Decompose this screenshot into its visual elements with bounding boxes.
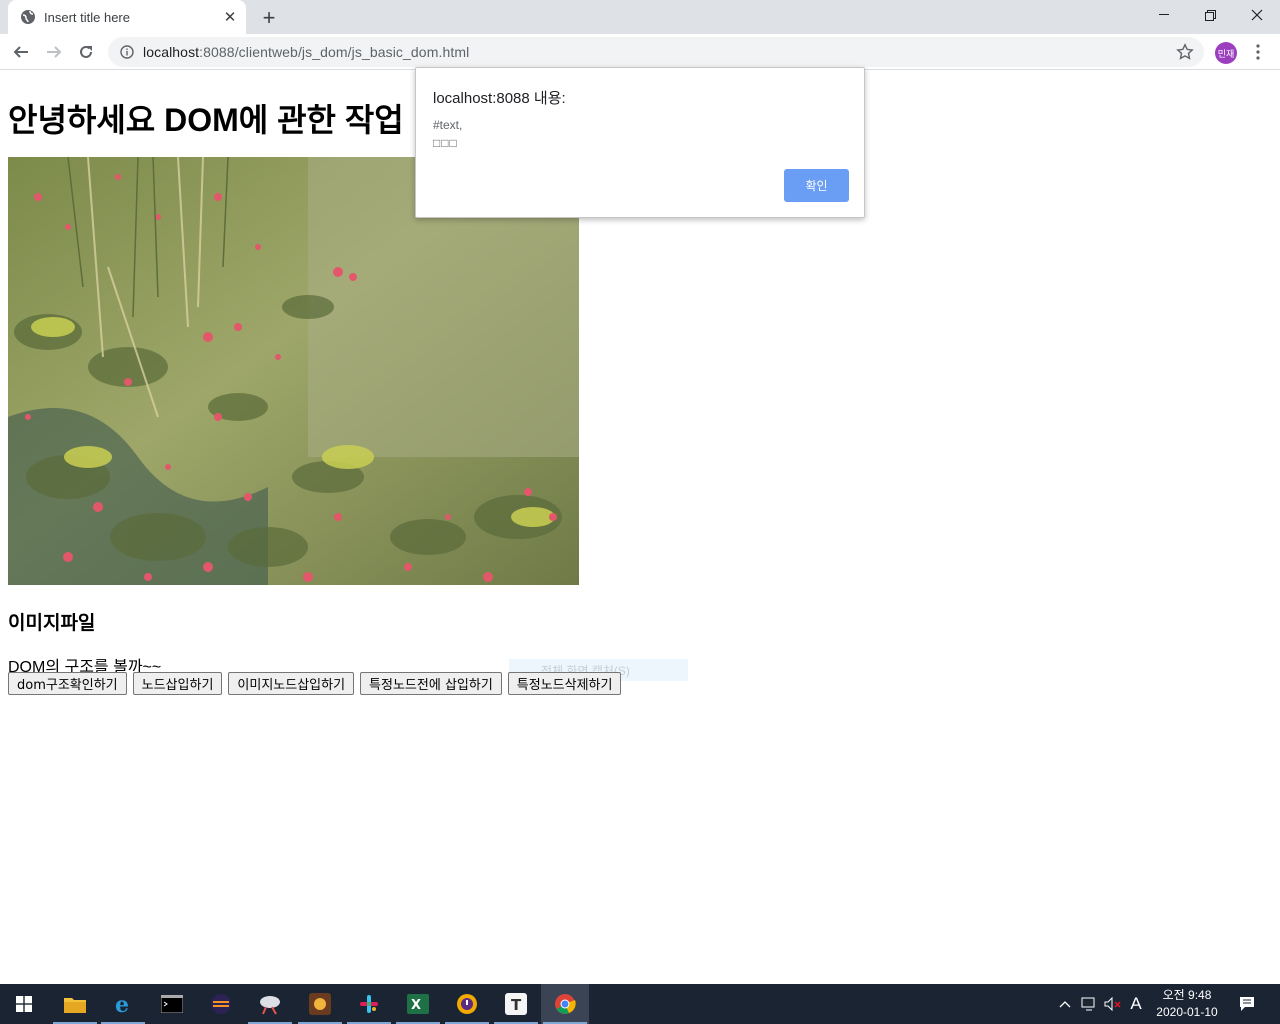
close-window-button[interactable]	[1234, 0, 1280, 30]
reload-button[interactable]	[72, 38, 100, 66]
network-icon[interactable]	[1078, 984, 1100, 1024]
windows-start-button[interactable]	[0, 984, 48, 1024]
info-icon[interactable]	[120, 45, 134, 59]
dialog-title: localhost:8088 내용:	[433, 90, 566, 107]
file-explorer-icon[interactable]	[51, 984, 99, 1024]
windows-taskbar: e X T A 오전 9:48 2020-01-10	[0, 984, 1280, 1024]
game-icon[interactable]	[296, 984, 344, 1024]
image-caption: 이미지파일	[8, 613, 96, 634]
globe-icon	[20, 9, 36, 25]
browser-toolbar: localhost:8088/clientweb/js_dom/js_basic…	[0, 34, 1280, 70]
address-bar[interactable]: localhost:8088/clientweb/js_dom/js_basic…	[108, 37, 1204, 67]
dialog-ok-button[interactable]: 확인	[784, 169, 849, 202]
clock-time: 오전 9:48	[1162, 988, 1212, 1002]
terminal-icon[interactable]	[148, 984, 196, 1024]
close-tab-icon[interactable]: ✕	[220, 7, 240, 27]
insert-before-node-button[interactable]: 특정노드전에 삽입하기	[360, 672, 502, 695]
forward-button[interactable]	[40, 38, 68, 66]
insert-image-node-button[interactable]: 이미지노드삽입하기	[228, 672, 355, 695]
svg-text:T: T	[511, 996, 522, 1014]
alert-dialog: localhost:8088 내용: #text, □□□ 확인	[415, 67, 865, 218]
chrome-icon[interactable]	[541, 984, 589, 1024]
excel-icon[interactable]: X	[394, 984, 442, 1024]
back-button[interactable]	[7, 38, 35, 66]
taskbar-clock[interactable]: 오전 9:48 2020-01-10	[1148, 987, 1226, 1021]
typora-icon[interactable]: T	[492, 984, 540, 1024]
dialog-message-line1: #text,	[433, 118, 463, 132]
slack-icon[interactable]	[345, 984, 393, 1024]
eclipse-icon[interactable]	[197, 984, 245, 1024]
vpn-icon[interactable]	[443, 984, 491, 1024]
url-path: :8088/clientweb/js_dom/js_basic_dom.html	[199, 44, 470, 60]
url-text: localhost:8088/clientweb/js_dom/js_basic…	[143, 44, 469, 60]
tab-strip: Insert title here ✕ +	[0, 0, 1280, 34]
notification-icon[interactable]	[1232, 984, 1262, 1024]
restore-button[interactable]	[1187, 0, 1233, 30]
dialog-message-line2: □□□	[433, 136, 458, 150]
check-dom-structure-button[interactable]: dom구조확인하기	[8, 672, 127, 695]
pond-photo	[8, 157, 579, 585]
bookmark-star-icon[interactable]	[1176, 43, 1194, 61]
internet-explorer-icon[interactable]: e	[99, 984, 147, 1024]
remove-node-button[interactable]: 특정노드삭제하기	[507, 672, 622, 695]
profile-avatar[interactable]: 민재	[1215, 42, 1237, 64]
volume-muted-icon[interactable]	[1102, 984, 1124, 1024]
svg-text:e: e	[115, 993, 129, 1015]
show-hidden-icons-icon[interactable]	[1056, 984, 1074, 1024]
button-row: dom구조확인하기 노드삽입하기 이미지노드삽입하기 특정노드전에 삽입하기 특…	[8, 672, 622, 695]
menu-kebab-icon[interactable]	[1250, 40, 1266, 64]
browser-tab[interactable]: Insert title here ✕	[8, 0, 246, 34]
tab-title: Insert title here	[44, 9, 130, 25]
new-tab-button[interactable]: +	[256, 5, 282, 31]
page-heading: 안녕하세요 DOM에 관한 작업	[8, 102, 404, 138]
insert-node-button[interactable]: 노드삽입하기	[132, 672, 223, 695]
minimize-button[interactable]	[1141, 0, 1187, 30]
ime-indicator[interactable]: A	[1126, 984, 1146, 1024]
sourcetree-icon[interactable]	[246, 984, 294, 1024]
url-host: localhost	[143, 44, 200, 60]
clock-date: 2020-01-10	[1156, 1005, 1218, 1019]
svg-text:X: X	[411, 998, 421, 1013]
